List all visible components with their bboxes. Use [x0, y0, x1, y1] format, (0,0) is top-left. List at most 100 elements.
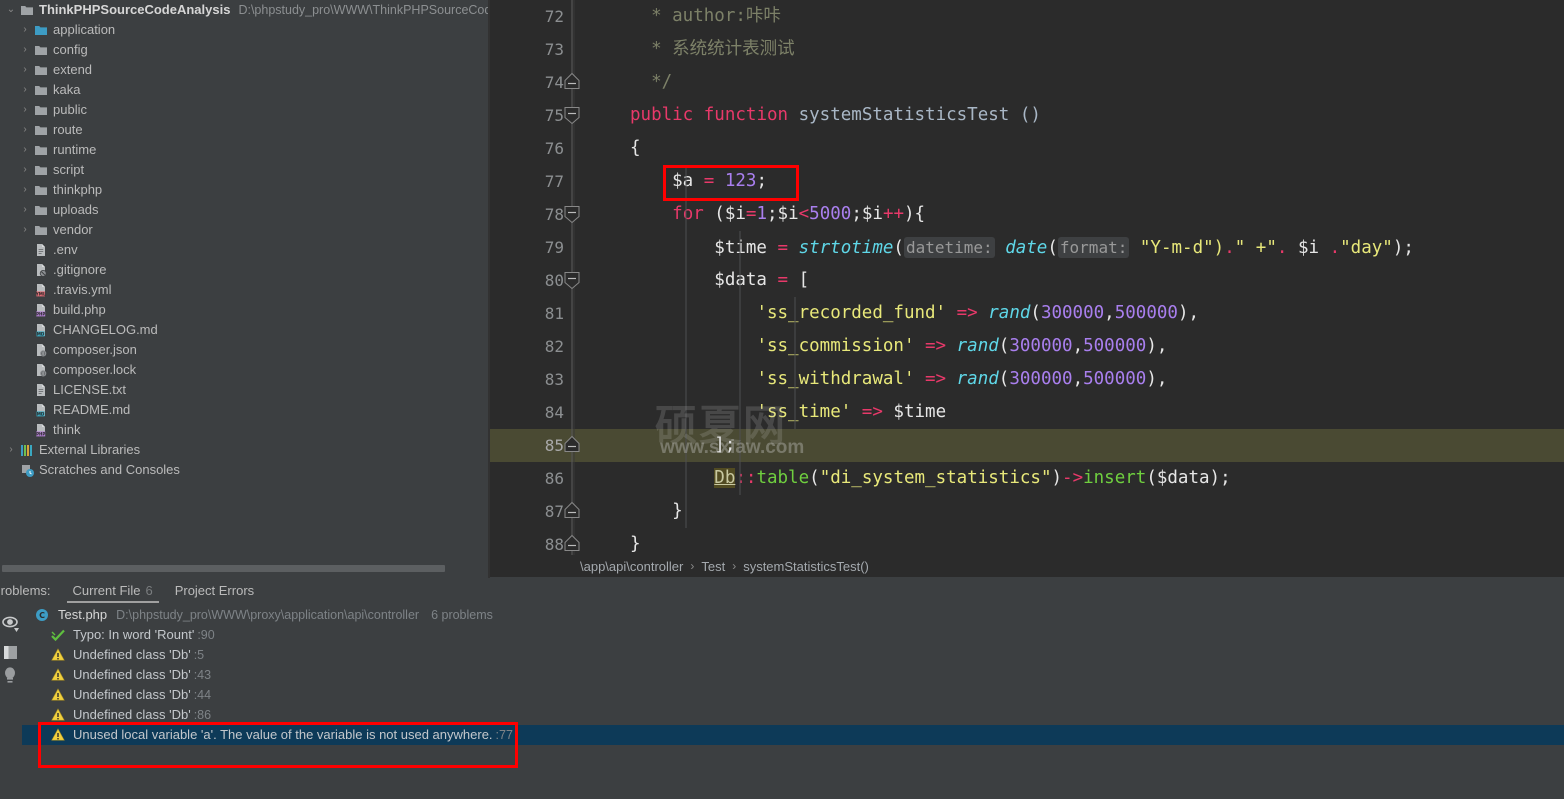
- tree-item--env[interactable]: .env: [0, 240, 490, 260]
- line-number: 83: [544, 370, 564, 389]
- code-token: ::: [735, 468, 757, 488]
- code-line[interactable]: 80 $data = [: [490, 264, 1564, 297]
- tree-item-license-txt[interactable]: LICENSE.txt: [0, 380, 490, 400]
- problems-file-row[interactable]: C Test.php D:\phpstudy_pro\WWW\proxy\appli…: [22, 605, 1564, 625]
- code-editor[interactable]: 72 * author:咔咔 73 * 系统统计表测试 74 */75 public …: [490, 0, 1564, 555]
- tree-item-build-php[interactable]: PHP build.php: [0, 300, 490, 320]
- tree-item-kaka[interactable]: › kaka: [0, 80, 490, 100]
- code-line[interactable]: 73 * 系统统计表测试: [490, 33, 1564, 66]
- code-token: ),: [1146, 369, 1168, 389]
- tree-item--gitignore[interactable]: .gitignore: [0, 260, 490, 280]
- problems-tabbar[interactable]: Problems: Current File 6 Project Errors: [0, 578, 1564, 603]
- chevron-right-icon[interactable]: ›: [18, 40, 32, 60]
- tree-item-readme-md[interactable]: MD README.md: [0, 400, 490, 420]
- tree-item--travis-yml[interactable]: YML .travis.yml: [0, 280, 490, 300]
- chevron-right-icon[interactable]: ›: [18, 220, 32, 240]
- chevron-right-icon[interactable]: ›: [18, 140, 32, 160]
- code-line[interactable]: 77 $a = 123;: [490, 165, 1564, 198]
- tree-item-script[interactable]: › script: [0, 160, 490, 180]
- problem-row[interactable]: Undefined class 'Db':5: [22, 645, 1564, 665]
- problem-row[interactable]: Typo: In word 'Rount':90: [22, 625, 1564, 645]
- chevron-right-icon[interactable]: ›: [18, 20, 32, 40]
- code-line[interactable]: 86 Db::table("di_system_statistics")->in…: [490, 462, 1564, 495]
- chevron-right-icon[interactable]: ›: [18, 120, 32, 140]
- chevron-right-icon[interactable]: ›: [18, 180, 32, 200]
- code-token: date: [1005, 238, 1048, 258]
- code-line[interactable]: 76 {: [490, 132, 1564, 165]
- chevron-right-icon[interactable]: ›: [18, 60, 32, 80]
- tree-item-extend[interactable]: › extend: [0, 60, 490, 80]
- chevron-right-icon[interactable]: ›: [4, 440, 18, 460]
- panel-toolstrip[interactable]: [0, 600, 22, 799]
- problems-list[interactable]: C Test.php D:\phpstudy_pro\WWW\proxy\appli…: [22, 605, 1564, 799]
- project-tree-hscrollbar[interactable]: [0, 563, 482, 573]
- code-token: (: [998, 369, 1010, 389]
- folder-icon: [32, 82, 50, 98]
- tree-item-changelog-md[interactable]: MD CHANGELOG.md: [0, 320, 490, 340]
- tree-item-label: README.md: [53, 402, 131, 417]
- problem-row[interactable]: Undefined class 'Db':43: [22, 665, 1564, 685]
- tree-root[interactable]: ⌄ ThinkPHPSourceCodeAnalysis D:\phpstudy_p…: [0, 0, 490, 20]
- code-line[interactable]: 83 'ss_withdrawal' => rand(300000,500000…: [490, 363, 1564, 396]
- code-line[interactable]: 84 'ss_time' => $time: [490, 396, 1564, 429]
- code-line[interactable]: 82 'ss_commission' => rand(300000,500000…: [490, 330, 1564, 363]
- code-line[interactable]: 81 'ss_recorded_fund' => rand(300000,500…: [490, 297, 1564, 330]
- tree-item-thinkphp[interactable]: › thinkphp: [0, 180, 490, 200]
- tree-item-application[interactable]: › application: [0, 20, 490, 40]
- code-line[interactable]: 72 * author:咔咔: [490, 0, 1564, 33]
- tree-item-external-libraries[interactable]: › External Libraries: [0, 440, 490, 460]
- tree-item-label: runtime: [53, 142, 97, 157]
- project-tree[interactable]: ⌄ ThinkPHPSourceCodeAnalysis D:\phpstudy_p…: [0, 0, 490, 560]
- tree-item-config[interactable]: › config: [0, 40, 490, 60]
- tree-item-label: .gitignore: [53, 262, 107, 277]
- breadcrumb[interactable]: \app\api\controller › Test › systemStatistic…: [490, 555, 1564, 577]
- tree-item-label: composer.lock: [53, 362, 137, 377]
- code-line[interactable]: 79 $time = strtotime(datetime: date(form…: [490, 231, 1564, 264]
- tree-item-runtime[interactable]: › runtime: [0, 140, 490, 160]
- toolstrip-icons[interactable]: [0, 600, 22, 690]
- code-line[interactable]: 88}: [490, 528, 1564, 555]
- chevron-right-icon[interactable]: ›: [18, 200, 32, 220]
- code-line[interactable]: 87 }: [490, 495, 1564, 528]
- breadcrumb-separator-icon: ›: [690, 559, 695, 573]
- line-number: 88: [544, 535, 564, 554]
- problem-message: Typo: In word 'Rount': [73, 627, 195, 642]
- svg-text:PHP: PHP: [36, 432, 45, 437]
- code-token: ];: [630, 435, 736, 455]
- tree-item-uploads[interactable]: › uploads: [0, 200, 490, 220]
- code-line[interactable]: 78 for ($i=1;$i<5000;$i++){: [490, 198, 1564, 231]
- tree-item-scratches-and-consoles[interactable]: Scratches and Consoles: [0, 460, 490, 480]
- tree-item-route[interactable]: › route: [0, 120, 490, 140]
- tree-item-think[interactable]: PHP think: [0, 420, 490, 440]
- code-line[interactable]: 85 ];: [490, 429, 1564, 462]
- problem-row[interactable]: Undefined class 'Db':44: [22, 685, 1564, 705]
- code-line[interactable]: 75 public function systemStatisticsTest (…: [490, 99, 1564, 132]
- chevron-right-icon[interactable]: ›: [18, 80, 32, 100]
- problem-line: :44: [193, 688, 212, 702]
- chevron-right-icon[interactable]: ›: [18, 100, 32, 120]
- code-line[interactable]: 74 */: [490, 66, 1564, 99]
- chevron-right-icon[interactable]: ›: [18, 160, 32, 180]
- line-number: 76: [544, 139, 564, 158]
- code-token: }: [630, 501, 683, 521]
- tab-project-errors[interactable]: Project Errors: [175, 578, 254, 603]
- line-number: 84: [544, 403, 564, 422]
- scrollbar-thumb[interactable]: [2, 565, 445, 572]
- tree-item-composer-lock[interactable]: {} composer.lock: [0, 360, 490, 380]
- code-token: rand: [988, 303, 1031, 323]
- chevron-down-icon[interactable]: ⌄: [4, 0, 18, 20]
- code-token: ;$i: [767, 204, 799, 224]
- code-token: for: [672, 204, 704, 224]
- breadcrumb-item[interactable]: \app\api\controller: [580, 559, 683, 574]
- code-token: .: [1329, 238, 1341, 258]
- tree-item-label: Scratches and Consoles: [39, 462, 180, 477]
- tree-item-composer-json[interactable]: {} composer.json: [0, 340, 490, 360]
- tree-item-public[interactable]: › public: [0, 100, 490, 120]
- tab-current-file[interactable]: Current File 6: [66, 578, 159, 603]
- tree-item-vendor[interactable]: › vendor: [0, 220, 490, 240]
- breadcrumb-item[interactable]: Test: [701, 559, 725, 574]
- folder-icon: [32, 62, 50, 78]
- tree-item-label: kaka: [53, 82, 81, 97]
- breadcrumb-item[interactable]: systemStatisticsTest(): [743, 559, 869, 574]
